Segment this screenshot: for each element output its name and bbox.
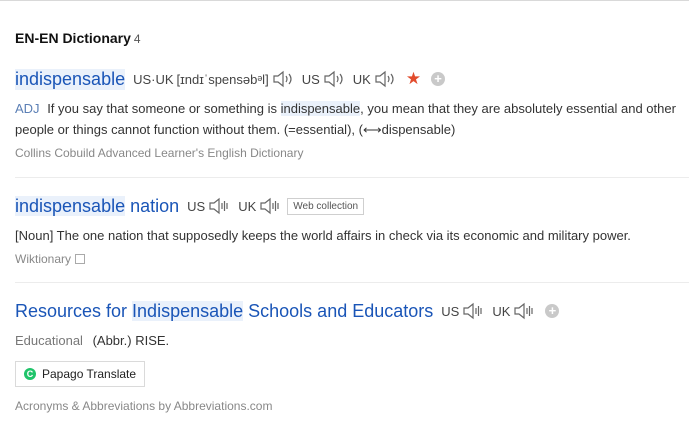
speaker-icon[interactable]: [323, 70, 345, 88]
speaker-icon[interactable]: [259, 197, 281, 215]
headword-part-b: Schools and Educators: [243, 300, 434, 321]
papago-logo-icon: C: [24, 368, 36, 380]
headword-highlight: Indispensable: [132, 300, 244, 321]
speaker-icon[interactable]: [272, 70, 294, 88]
pronunciation-us: US: [302, 70, 345, 88]
plus-icon[interactable]: +: [545, 304, 560, 318]
headword-part-a: Resources for: [15, 300, 133, 321]
section-title-text: EN-EN Dictionary: [15, 30, 131, 46]
category-label: Educational: [15, 333, 83, 348]
star-icon[interactable]: ★: [406, 69, 421, 89]
definition-text: (Abbr.) RISE.: [92, 333, 170, 348]
entry-headline: indispensable nation US UK Web collectio…: [15, 194, 689, 218]
pronunciation-us-uk: US·UK [ɪndɪˈspensəbᵊl]: [133, 70, 294, 88]
definition-highlight: indispensable: [280, 101, 361, 116]
definition: ADJ If you say that someone or something…: [15, 98, 689, 140]
us-label: US: [187, 198, 206, 214]
us-label: US: [441, 303, 460, 319]
papago-translate-button[interactable]: C Papago Translate: [15, 361, 146, 387]
phonetic-text: [ɪndɪˈspensəbᵊl]: [176, 71, 269, 87]
definition: [Noun] The one nation that supposedly ke…: [15, 228, 631, 243]
pronunciation-uk: UK: [492, 302, 535, 320]
source-label: Collins Cobuild Advanced Learner's Engli…: [15, 146, 304, 160]
copy-icon[interactable]: [75, 254, 86, 264]
result-count: 4: [133, 32, 141, 46]
divider: [15, 282, 689, 283]
dictionary-panel: EN-EN Dictionary 4 indispensable US·UK [ɪ…: [0, 0, 689, 434]
speaker-icon[interactable]: [208, 197, 230, 215]
definition-text-a: If you say that someone or something is: [47, 101, 281, 116]
uk-label: UK: [352, 71, 371, 87]
uk-label: UK: [238, 198, 257, 214]
pron-label: US·UK: [133, 71, 174, 87]
entry-headline: Resources for Indispensable Schools and …: [15, 299, 689, 323]
headword-link[interactable]: indispensable nation: [15, 195, 180, 217]
headword-highlight: indispensable: [15, 195, 126, 216]
plus-icon[interactable]: +: [431, 72, 446, 86]
divider: [15, 177, 689, 178]
part-of-speech: ADJ: [15, 101, 40, 116]
speaker-icon[interactable]: [513, 302, 535, 320]
us-label: US: [301, 71, 320, 87]
entry-indispensable: indispensable US·UK [ɪndɪˈspensəbᵊl] US …: [15, 67, 689, 160]
source-label: Acronyms & Abbreviations by Abbreviation…: [15, 399, 273, 413]
pronunciation-us: US: [187, 197, 230, 215]
entry-rise: Resources for Indispensable Schools and …: [15, 299, 689, 413]
section-title: EN-EN Dictionary 4: [15, 30, 141, 46]
pronunciation-uk: UK: [238, 197, 281, 215]
papago-translate-label: Papago Translate: [42, 367, 137, 381]
source-label[interactable]: Wiktionary: [15, 252, 71, 266]
pronunciation-us: US: [441, 302, 484, 320]
entry-indispensable-nation: indispensable nation US UK Web collectio…: [15, 194, 689, 266]
headword-link[interactable]: indispensable: [15, 68, 126, 90]
uk-label: UK: [492, 303, 511, 319]
speaker-icon[interactable]: [462, 302, 484, 320]
definition: Educational (Abbr.) RISE.: [15, 330, 689, 351]
speaker-icon[interactable]: [374, 70, 396, 88]
source-line: Wiktionary: [15, 252, 689, 266]
headword-rest: nation: [125, 195, 180, 216]
pronunciation-uk: UK: [353, 70, 396, 88]
web-collection-tag: Web collection: [287, 197, 365, 215]
headword-link[interactable]: Resources for Indispensable Schools and …: [15, 300, 434, 322]
entry-headline: indispensable US·UK [ɪndɪˈspensəbᵊl] US …: [15, 67, 689, 91]
